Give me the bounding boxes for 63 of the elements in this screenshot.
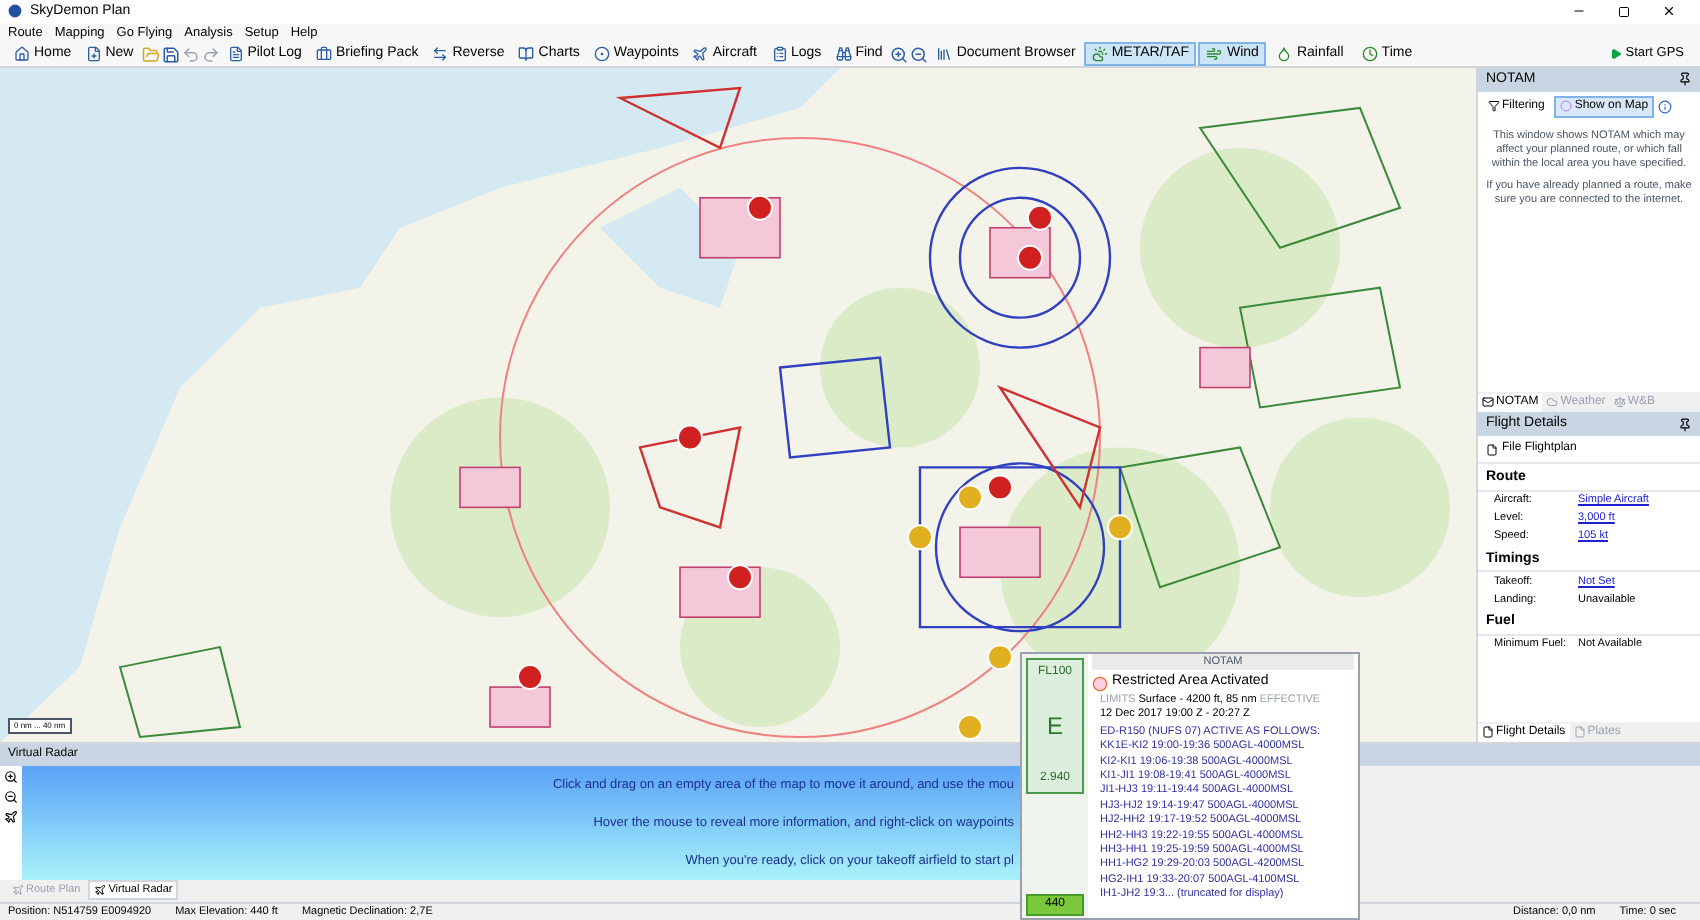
restricted-area[interactable] [638, 425, 742, 529]
airspace-boundary[interactable] [1118, 445, 1282, 589]
plane-icon [94, 884, 107, 897]
close-icon[interactable] [1662, 4, 1676, 19]
control-zone-ring[interactable] [928, 166, 1112, 349]
filter-icon [1488, 100, 1500, 113]
new-file-icon [85, 46, 102, 63]
warning-marker[interactable] [1107, 514, 1133, 540]
binoculars-icon [835, 46, 852, 63]
cloud-sun-icon [1091, 46, 1108, 63]
document-icon [1482, 726, 1494, 739]
briefcase-icon [315, 46, 332, 63]
envelope-icon [1482, 396, 1494, 409]
cloud-icon [1546, 396, 1559, 409]
save-icon[interactable] [161, 45, 180, 64]
maximize-icon[interactable] [1618, 5, 1630, 18]
zoom-out-icon[interactable] [4, 790, 18, 805]
notam-marker[interactable] [1017, 244, 1043, 271]
notam-marker[interactable] [727, 563, 753, 590]
document-icon [227, 46, 244, 63]
plane-icon [12, 884, 24, 897]
notam-marker[interactable] [677, 424, 703, 451]
control-zone-ring[interactable] [934, 461, 1106, 633]
zoom-in-icon[interactable] [890, 45, 909, 64]
circle-icon [1560, 100, 1573, 113]
control-zone-boundary[interactable] [918, 465, 1122, 629]
book-icon [518, 46, 535, 63]
restricted-area[interactable] [615, 86, 742, 150]
airfield-area[interactable] [699, 196, 781, 259]
control-zone-ring[interactable] [958, 196, 1082, 319]
pin-icon[interactable] [1678, 72, 1692, 87]
clipboard-icon [771, 46, 787, 63]
pin-icon[interactable] [1678, 417, 1692, 432]
house-icon [14, 46, 30, 63]
target-icon [593, 46, 610, 63]
zoom-out-icon[interactable] [910, 45, 929, 64]
radar-view[interactable] [22, 766, 1022, 880]
books-icon [936, 46, 953, 63]
airfield-area[interactable] [959, 526, 1041, 578]
control-zone-boundary[interactable] [778, 355, 892, 459]
airfield-area[interactable] [489, 685, 551, 728]
airfield-area[interactable] [1199, 346, 1251, 388]
scale-icon [1613, 396, 1626, 409]
droplet-icon [1276, 46, 1293, 63]
airspace-boundary[interactable] [118, 645, 242, 738]
zoom-in-icon[interactable] [4, 770, 18, 785]
airspace-class: E [1046, 710, 1063, 744]
airfield-area[interactable] [459, 466, 521, 508]
restricted-area-icon [1092, 675, 1108, 691]
document-icon [1573, 726, 1586, 739]
arrows-icon [432, 46, 449, 63]
document-icon [1486, 443, 1498, 456]
plane-icon [692, 46, 709, 63]
airspace-boundary[interactable] [1238, 286, 1402, 409]
wind-icon [1206, 46, 1223, 63]
plane-icon[interactable] [4, 810, 18, 825]
airspace-boundary[interactable] [1198, 106, 1402, 249]
restricted-area[interactable] [996, 384, 1102, 510]
play-icon [1609, 48, 1622, 61]
clock-icon [1361, 46, 1378, 63]
app-icon [8, 4, 22, 19]
info-icon[interactable] [1658, 99, 1673, 114]
warning-marker[interactable] [907, 524, 933, 550]
